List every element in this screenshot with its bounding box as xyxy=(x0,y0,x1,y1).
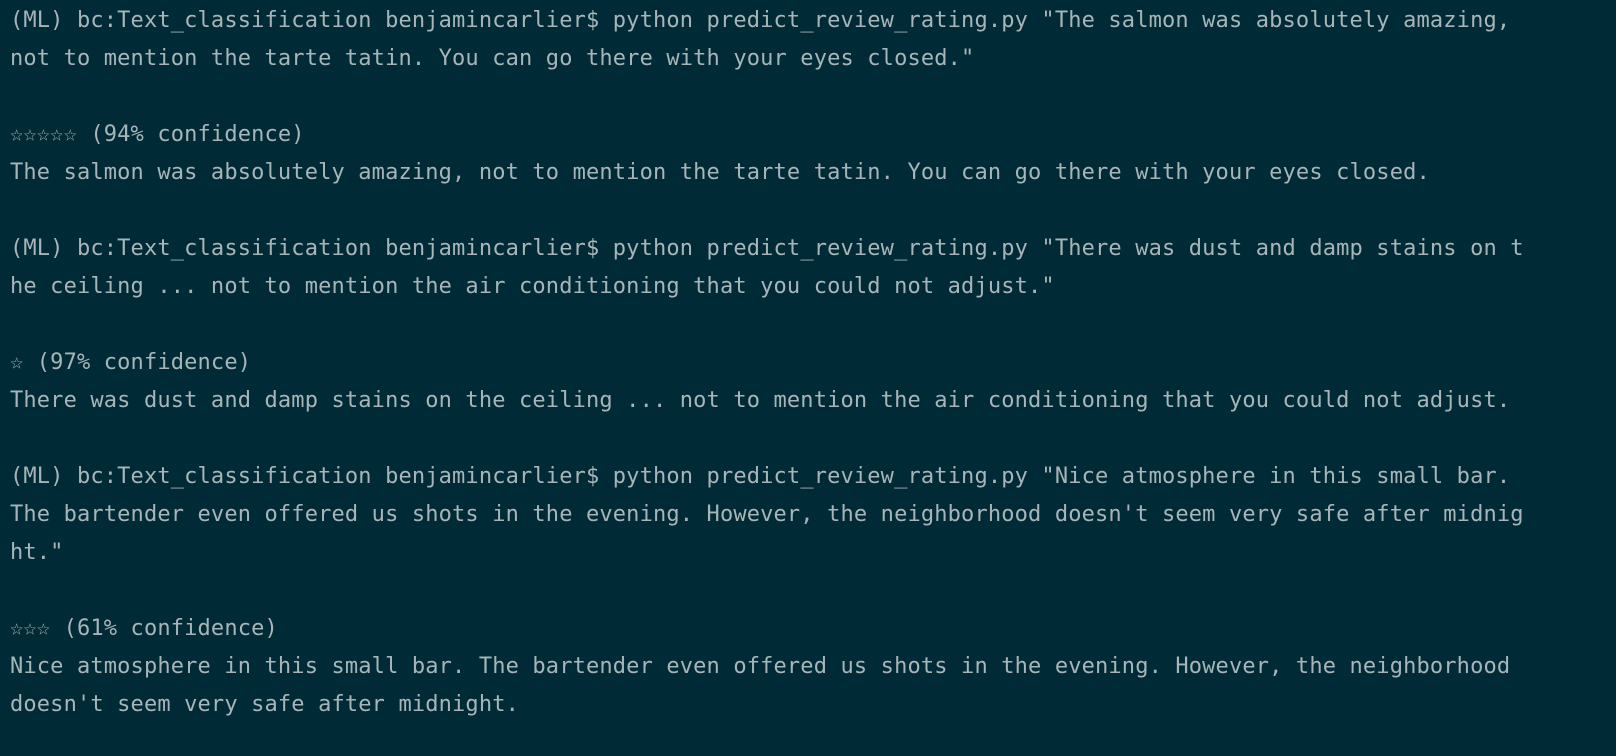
command-line-continuation: The bartender even offered us shots in t… xyxy=(10,502,1524,527)
rating-output: ☆ (97% confidence) xyxy=(10,350,252,375)
rating-output: ☆☆☆ (61% confidence) xyxy=(10,616,278,641)
review-output: Nice atmosphere in this small bar. The b… xyxy=(10,654,1511,679)
command-line: (ML) bc:Text_classification benjamincarl… xyxy=(10,458,1616,496)
command-line-continuation: he ceiling ... not to mention the air co… xyxy=(10,274,1055,299)
rating-output: ☆☆☆☆☆ (94% confidence) xyxy=(10,122,305,147)
command-line: (ML) bc:Text_classification benjamincarl… xyxy=(10,2,1616,40)
review-output: There was dust and damp stains on the ce… xyxy=(10,388,1511,413)
command-line: (ML) bc:Text_classification benjamincarl… xyxy=(10,230,1616,268)
shell-prompt: (ML) bc:Text_classification benjamincarl… xyxy=(10,8,613,33)
review-output: The salmon was absolutely amazing, not t… xyxy=(10,160,1430,185)
review-output-continuation: doesn't seem very safe after midnight. xyxy=(10,692,520,717)
command-text: python predict_review_rating.py "The sal… xyxy=(612,8,1511,33)
command-text: python predict_review_rating.py "There w… xyxy=(612,236,1524,261)
command-line-continuation: ht." xyxy=(10,540,64,565)
shell-prompt: (ML) bc:Text_classification benjamincarl… xyxy=(10,464,613,489)
shell-prompt: (ML) bc:Text_classification benjamincarl… xyxy=(10,236,613,261)
command-text: python predict_review_rating.py "Nice at… xyxy=(612,464,1511,489)
command-line-continuation: not to mention the tarte tatin. You can … xyxy=(10,46,975,71)
terminal-window[interactable]: (ML) bc:Text_classification benjamincarl… xyxy=(0,0,1616,756)
